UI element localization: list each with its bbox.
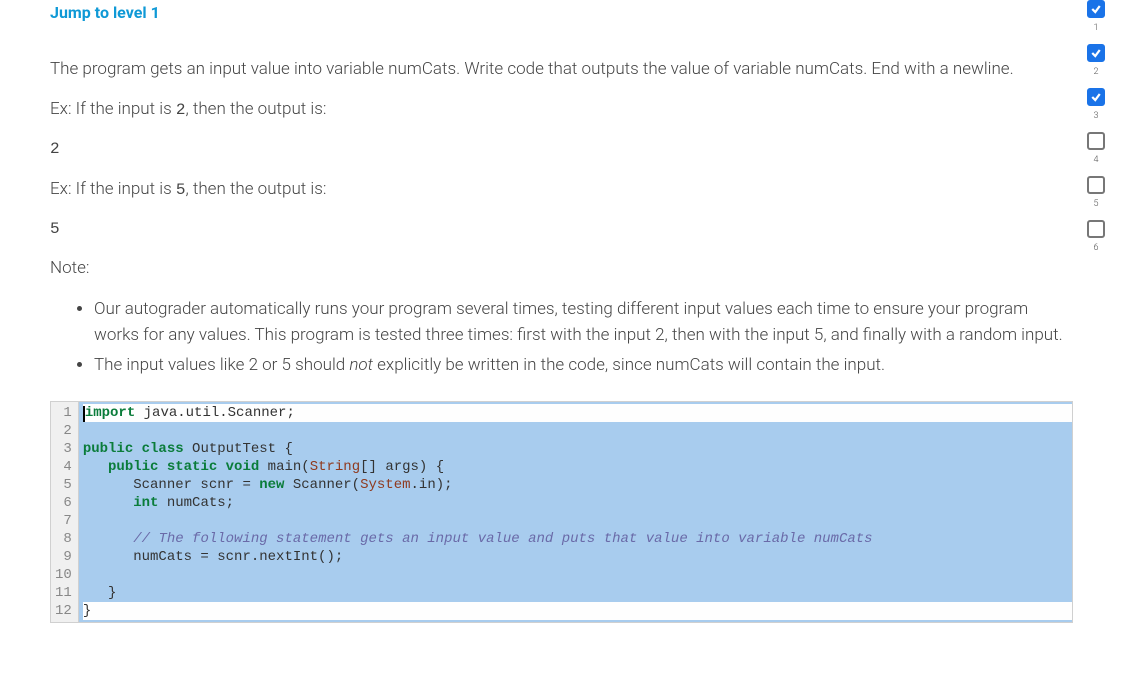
progress-step-number: 4 bbox=[1094, 154, 1099, 168]
line-number: 3 bbox=[55, 440, 72, 458]
line-number: 8 bbox=[55, 530, 72, 548]
code-token: numCats; bbox=[158, 495, 234, 511]
code-line[interactable] bbox=[83, 512, 1072, 530]
progress-step-number: 5 bbox=[1094, 198, 1099, 212]
code-token: } bbox=[83, 585, 117, 601]
code-token: Scanner scnr = bbox=[83, 477, 259, 493]
code-token: java.util.Scanner; bbox=[135, 405, 295, 421]
code-line[interactable]: public static void main(String[] args) { bbox=[83, 458, 1072, 476]
code-token: int bbox=[133, 495, 158, 511]
check-icon bbox=[1087, 44, 1105, 62]
note-label: Note: bbox=[50, 255, 1073, 281]
code-token: System bbox=[360, 477, 410, 493]
code-token: OutputTest { bbox=[184, 441, 293, 457]
progress-step-1[interactable]: 1 bbox=[1087, 0, 1105, 36]
code-line[interactable]: } bbox=[83, 602, 1072, 620]
code-token: String bbox=[310, 459, 360, 475]
line-number: 11 bbox=[55, 584, 72, 602]
progress-step-6[interactable]: 6 bbox=[1087, 220, 1105, 256]
code-line[interactable]: import java.util.Scanner; bbox=[83, 404, 1072, 422]
code-token: import bbox=[85, 405, 135, 421]
code-token: main( bbox=[259, 459, 309, 475]
code-token: public class bbox=[83, 441, 184, 457]
progress-step-number: 1 bbox=[1094, 22, 1099, 36]
jump-to-level-link[interactable]: Jump to level 1 bbox=[50, 1, 160, 26]
ex2-post: , then the output is: bbox=[185, 179, 326, 199]
line-number-gutter: 123456789101112 bbox=[51, 402, 79, 622]
line-number: 12 bbox=[55, 602, 72, 620]
ex1-input: 2 bbox=[176, 101, 186, 119]
code-editor[interactable]: 123456789101112 import java.util.Scanner… bbox=[50, 401, 1073, 623]
problem-text: The program gets an input value into var… bbox=[50, 56, 1073, 379]
line-number: 4 bbox=[55, 458, 72, 476]
line-number: 9 bbox=[55, 548, 72, 566]
example-1-output: 2 bbox=[50, 137, 1073, 162]
code-token bbox=[83, 495, 133, 511]
code-token bbox=[83, 459, 108, 475]
example-1-label: Ex: If the input is 2, then the output i… bbox=[50, 96, 1073, 123]
line-number: 10 bbox=[55, 566, 72, 584]
code-line[interactable]: int numCats; bbox=[83, 494, 1072, 512]
code-line[interactable]: numCats = scnr.nextInt(); bbox=[83, 548, 1072, 566]
ex2-pre: Ex: If the input is bbox=[50, 179, 176, 199]
note2-pre: The input values like 2 or 5 should bbox=[94, 355, 349, 375]
check-icon bbox=[1087, 0, 1105, 18]
ex1-pre: Ex: If the input is bbox=[50, 99, 176, 119]
note2-em: not bbox=[349, 355, 373, 375]
code-token: // The following statement gets an input… bbox=[133, 531, 872, 547]
ex2-input: 5 bbox=[176, 181, 186, 199]
code-line[interactable]: } bbox=[83, 584, 1072, 602]
code-token: numCats = scnr.nextInt(); bbox=[83, 549, 343, 565]
code-token: [] args) { bbox=[360, 459, 444, 475]
progress-step-4[interactable]: 4 bbox=[1087, 132, 1105, 168]
code-area[interactable]: import java.util.Scanner; public class O… bbox=[79, 402, 1072, 622]
line-number: 7 bbox=[55, 512, 72, 530]
progress-rail: 1 2 3 4 5 6 bbox=[1087, 0, 1105, 264]
unchecked-box-icon bbox=[1087, 132, 1105, 150]
example-2-output: 5 bbox=[50, 217, 1073, 242]
code-token: Scanner( bbox=[284, 477, 360, 493]
progress-step-5[interactable]: 5 bbox=[1087, 176, 1105, 212]
note-item-2: The input values like 2 or 5 should not … bbox=[94, 352, 1073, 378]
code-line[interactable]: Scanner scnr = new Scanner(System.in); bbox=[83, 476, 1072, 494]
problem-panel: Jump to level 1 The program gets an inpu… bbox=[0, 0, 1123, 623]
code-line[interactable] bbox=[83, 422, 1072, 440]
progress-step-number: 6 bbox=[1094, 242, 1099, 256]
note-list: Our autograder automatically runs your p… bbox=[50, 296, 1073, 379]
code-line[interactable] bbox=[83, 566, 1072, 584]
code-line[interactable]: public class OutputTest { bbox=[83, 440, 1072, 458]
note-item-1: Our autograder automatically runs your p… bbox=[94, 296, 1073, 349]
note2-post: explicitly be written in the code, since… bbox=[373, 355, 885, 375]
code-token bbox=[83, 531, 133, 547]
progress-step-3[interactable]: 3 bbox=[1087, 88, 1105, 124]
unchecked-box-icon bbox=[1087, 220, 1105, 238]
code-token: public static void bbox=[108, 459, 259, 475]
line-number: 5 bbox=[55, 476, 72, 494]
example-2-label: Ex: If the input is 5, then the output i… bbox=[50, 176, 1073, 203]
line-number: 6 bbox=[55, 494, 72, 512]
text-cursor bbox=[83, 406, 85, 422]
line-number: 1 bbox=[55, 404, 72, 422]
progress-step-number: 3 bbox=[1094, 110, 1099, 124]
progress-step-number: 2 bbox=[1094, 66, 1099, 80]
line-number: 2 bbox=[55, 422, 72, 440]
code-token: .in); bbox=[411, 477, 453, 493]
intro-text: The program gets an input value into var… bbox=[50, 56, 1073, 82]
unchecked-box-icon bbox=[1087, 176, 1105, 194]
code-token: new bbox=[259, 477, 284, 493]
progress-step-2[interactable]: 2 bbox=[1087, 44, 1105, 80]
check-icon bbox=[1087, 88, 1105, 106]
code-token: } bbox=[83, 603, 91, 619]
ex1-post: , then the output is: bbox=[185, 99, 326, 119]
code-line[interactable]: // The following statement gets an input… bbox=[83, 530, 1072, 548]
